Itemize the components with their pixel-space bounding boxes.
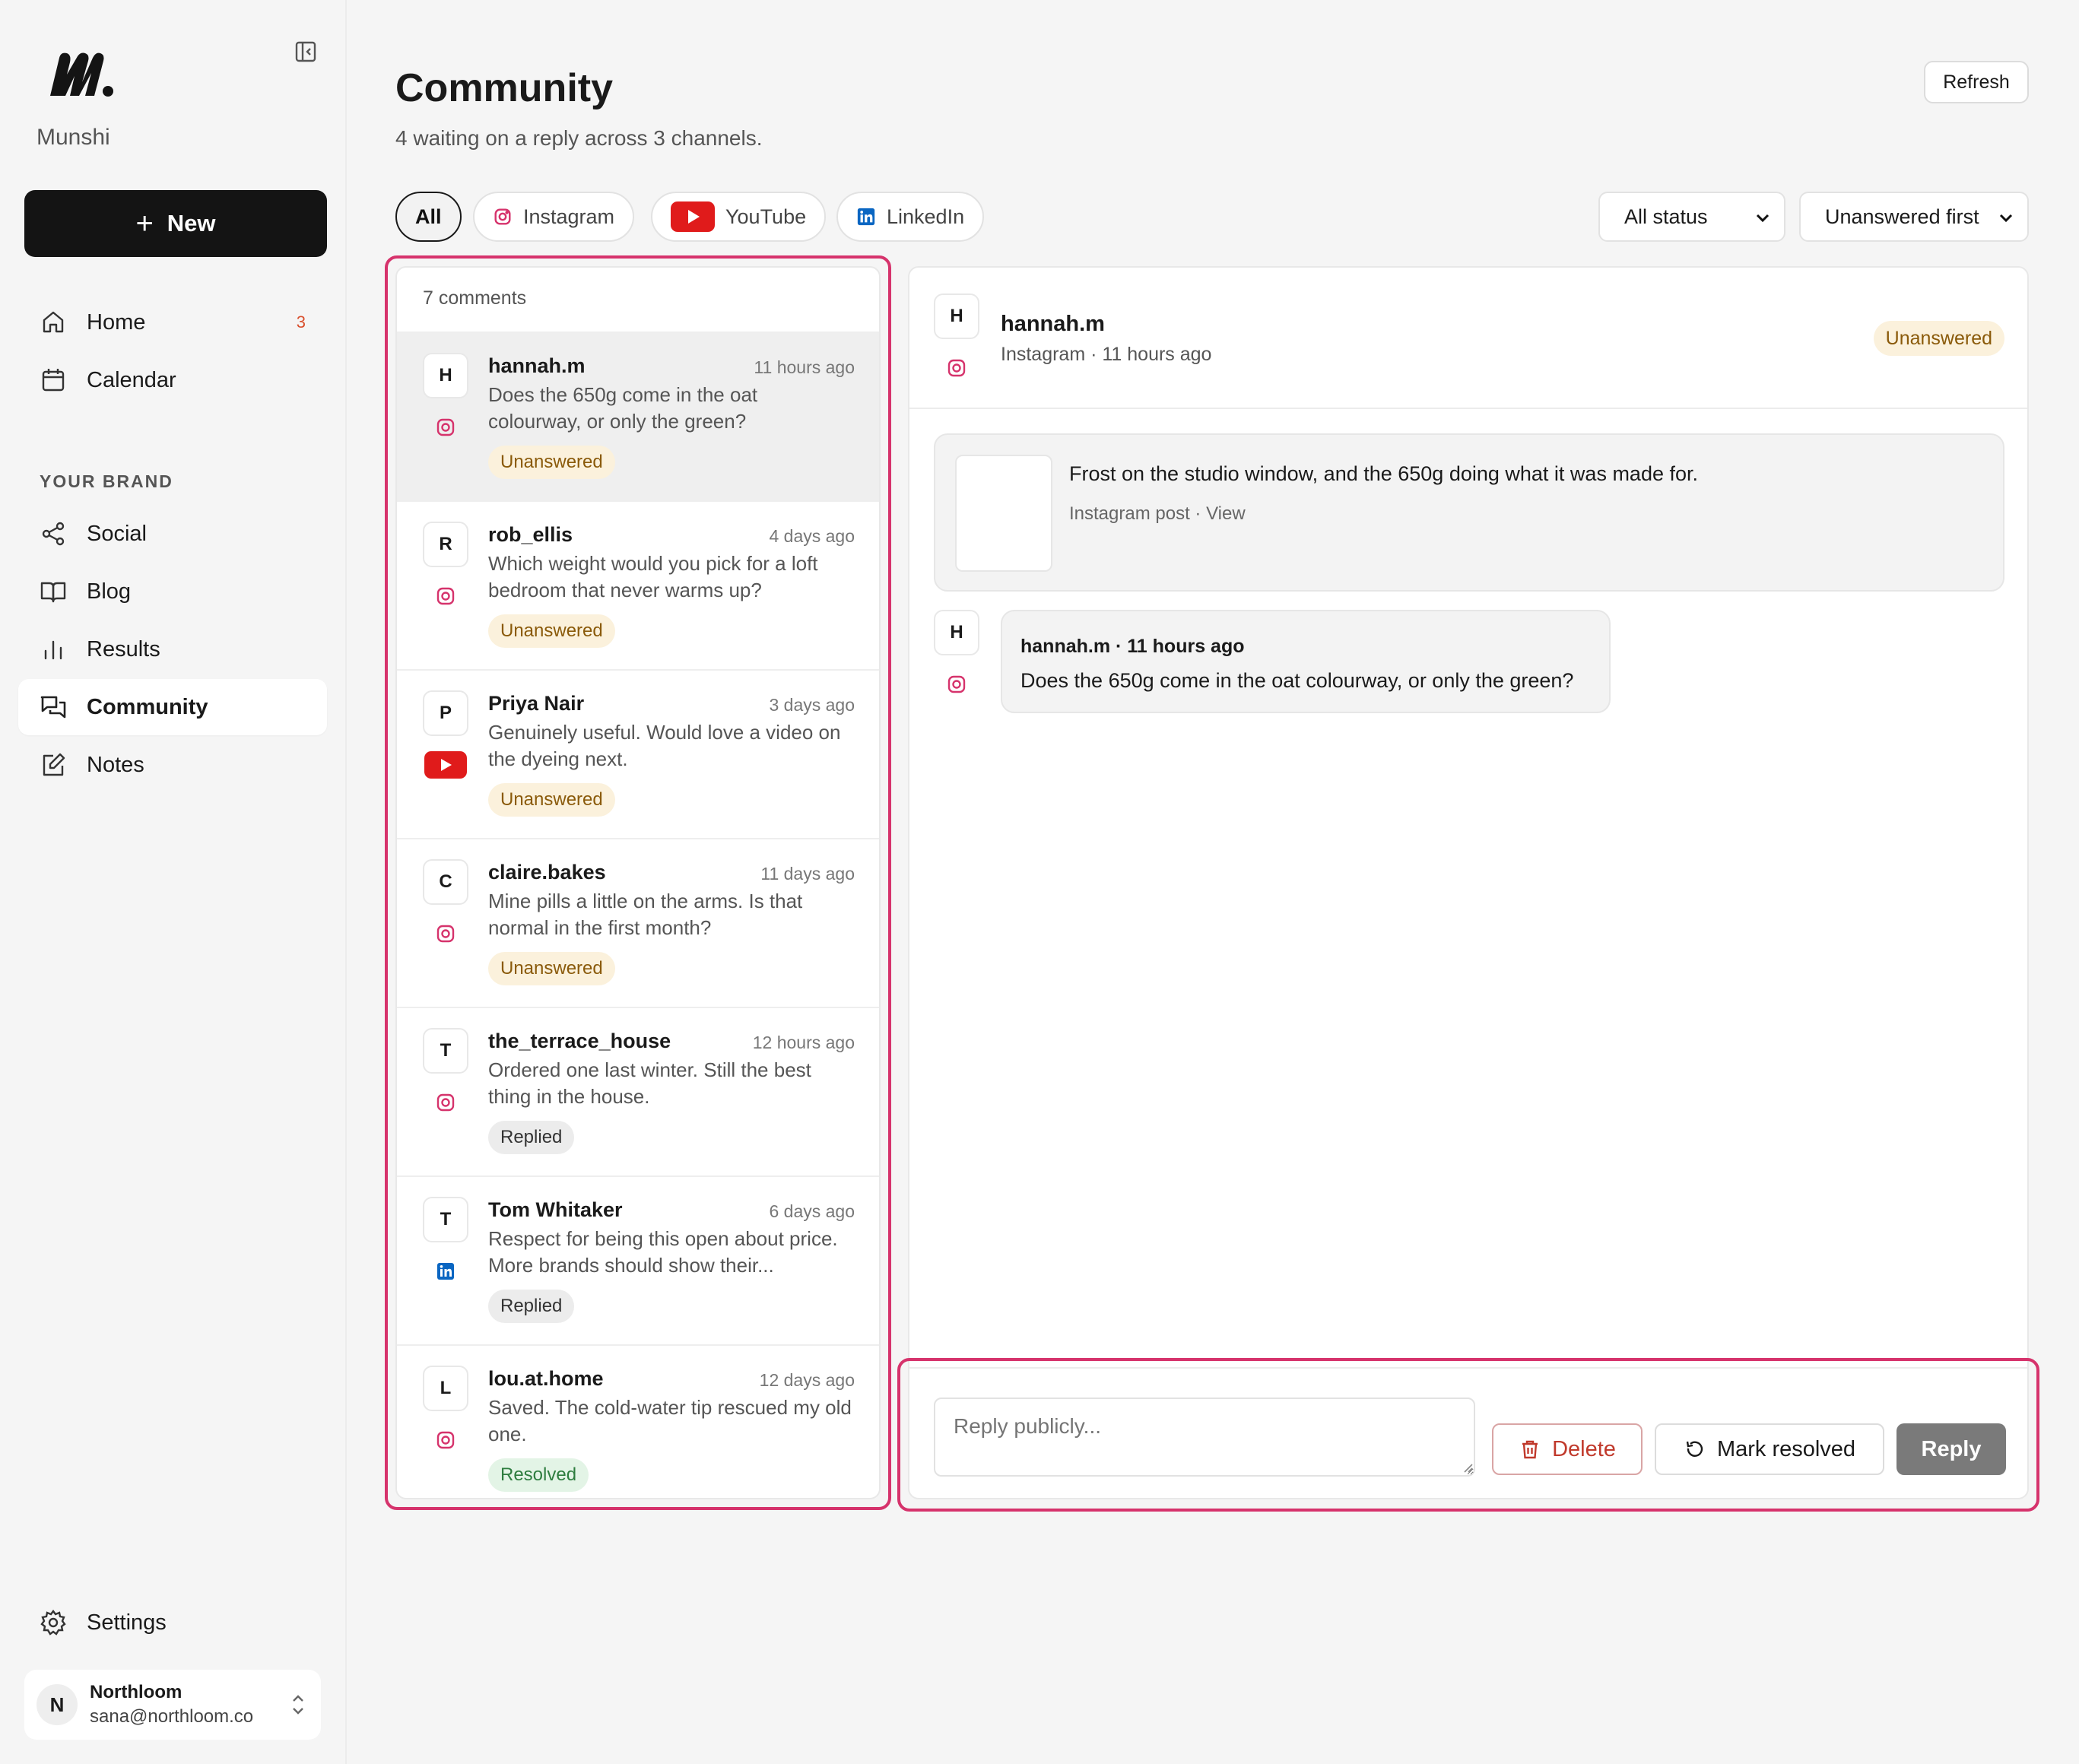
bubble-text: Does the 650g come in the oat colourway,… [1020,669,1574,692]
page-title: Community [395,66,613,110]
source-post-card: Frost on the studio window, and the 650g… [934,433,2004,592]
sidebar-item-label: Notes [87,752,144,777]
tab-label: Instagram [523,205,615,228]
detail-author: hannah.m [1001,312,1105,336]
sidebar-item-social[interactable]: Social [18,506,327,562]
post-caption: Frost on the studio window, and the 650g… [1069,462,1699,485]
tab-youtube[interactable]: YouTube [651,192,827,242]
tab-label: LinkedIn [887,205,965,228]
sidebar-item-calendar[interactable]: Calendar [18,352,327,408]
gear-icon [40,1610,66,1636]
account-email: sana@northloom.co [90,1706,254,1727]
sidebar-collapse-icon[interactable] [294,40,318,64]
detail-meta: Instagram · 11 hours ago [1001,344,1212,365]
sidebar-item-label: Settings [87,1610,167,1635]
new-button[interactable]: + New [24,190,327,257]
linkedin-icon [857,208,875,226]
sidebar-item-home[interactable]: Home 3 [18,294,327,351]
share-icon [42,522,65,546]
home-icon [43,311,64,333]
tab-instagram[interactable]: Instagram [473,192,635,242]
home-count-badge: 3 [296,313,306,332]
instagram-icon [947,359,966,377]
chevron-down-icon [1999,214,2013,223]
sidebar-item-label: Calendar [87,367,176,392]
sidebar-item-notes[interactable]: Notes [18,737,327,793]
page-subtitle: 4 waiting on a reply across 3 channels. [395,126,763,150]
instagram-icon [947,675,966,693]
post-thumbnail [955,455,1052,572]
youtube-icon [671,201,715,232]
list-highlight-outline [385,255,891,1510]
bubble-meta: hannah.m · 11 hours ago [1020,636,1245,657]
sidebar-item-results[interactable]: Results [18,621,327,677]
bar-chart-icon [44,640,62,660]
account-org-name: Northloom [90,1682,183,1702]
instagram-icon [494,208,511,225]
edit-note-icon [43,753,65,776]
avatar: H [934,610,979,655]
tab-label: YouTube [725,205,807,228]
status-filter-value: All status [1624,205,1708,228]
account-switcher[interactable]: N Northloom sana@northloom.co [24,1670,321,1740]
refresh-button[interactable]: Refresh [1924,61,2029,103]
reply-bar-highlight-outline [897,1358,2039,1512]
tab-linkedin[interactable]: LinkedIn [836,192,985,242]
comment-bubble: hannah.m · 11 hours ago Does the 650g co… [1001,610,1611,713]
sort-value: Unanswered first [1825,205,1979,228]
section-label-your-brand: YOUR BRAND [40,471,173,491]
chat-bubbles-icon [40,696,66,719]
book-icon [40,582,66,603]
sidebar-item-label: Community [87,694,208,719]
sidebar-item-blog[interactable]: Blog [18,563,327,620]
calendar-icon [42,369,65,392]
tab-label: All [415,205,442,228]
brand-name: Munshi [37,125,110,150]
avatar: H [934,293,979,339]
sidebar-item-community[interactable]: Community [18,679,327,735]
detail-header: H hannah.m Instagram · 11 hours ago Unan… [909,268,2027,409]
comment-detail-panel: H hannah.m Instagram · 11 hours ago Unan… [908,266,2029,1499]
chevron-up-down-icon [293,1695,303,1715]
sidebar-item-label: Results [87,636,160,662]
sort-select[interactable]: Unanswered first [1799,192,2029,242]
sidebar-item-label: Blog [87,579,132,604]
tab-all[interactable]: All [395,192,462,242]
status-badge: Unanswered [1873,321,2004,356]
sidebar: Munshi + New Home 3 Calendar YOUR BRAND … [0,0,347,1764]
sidebar-item-label: Home [87,309,146,335]
new-button-label: New [167,210,216,236]
sidebar-item-settings[interactable]: Settings [18,1594,327,1651]
status-filter-select[interactable]: All status [1598,192,1785,242]
plus-icon: + [135,207,154,240]
munshi-logo [50,52,113,97]
avatar: N [37,1684,78,1725]
sidebar-item-label: Social [87,521,147,546]
chevron-down-icon [1756,214,1770,223]
view-post-link[interactable]: Instagram post · View [1069,503,1246,525]
